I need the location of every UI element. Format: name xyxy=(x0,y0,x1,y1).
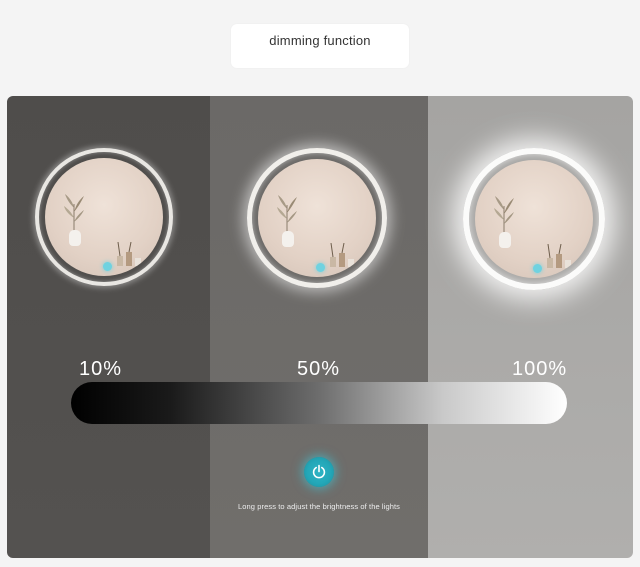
touch-sensor xyxy=(103,262,112,271)
page-frame: dimming function 10% 50% 100% Long press… xyxy=(0,0,640,567)
plant-icon xyxy=(277,195,297,235)
panel-10 xyxy=(7,96,210,558)
level-label-10: 10% xyxy=(79,358,123,380)
touch-sensor xyxy=(316,263,325,272)
mirror-10 xyxy=(35,148,173,286)
vase xyxy=(282,231,294,247)
page-title: dimming function xyxy=(269,33,371,48)
power-button[interactable] xyxy=(304,457,334,487)
level-label-100: 100% xyxy=(512,358,568,380)
dimming-stage: 10% 50% 100% Long press to adjust the br… xyxy=(7,96,633,558)
mirror-100 xyxy=(463,148,605,290)
reed-diffuser xyxy=(547,244,571,268)
reed-diffuser xyxy=(117,242,141,266)
touch-sensor xyxy=(533,264,542,273)
vase xyxy=(69,230,81,246)
reed-diffuser xyxy=(330,243,354,267)
brightness-gradient-bar xyxy=(71,382,567,424)
power-icon xyxy=(312,464,326,479)
mirror-reflection xyxy=(45,158,163,276)
title-box: dimming function xyxy=(231,24,409,68)
level-label-50: 50% xyxy=(297,358,341,380)
hint-text: Long press to adjust the brightness of t… xyxy=(237,502,401,511)
mirror-reflection xyxy=(475,160,593,278)
mirror-reflection xyxy=(258,159,376,277)
plant-icon xyxy=(64,194,84,234)
plant-icon xyxy=(494,196,514,236)
mirror-50 xyxy=(247,148,387,288)
panel-50 xyxy=(210,96,428,558)
vase xyxy=(499,232,511,248)
panel-100 xyxy=(428,96,633,558)
